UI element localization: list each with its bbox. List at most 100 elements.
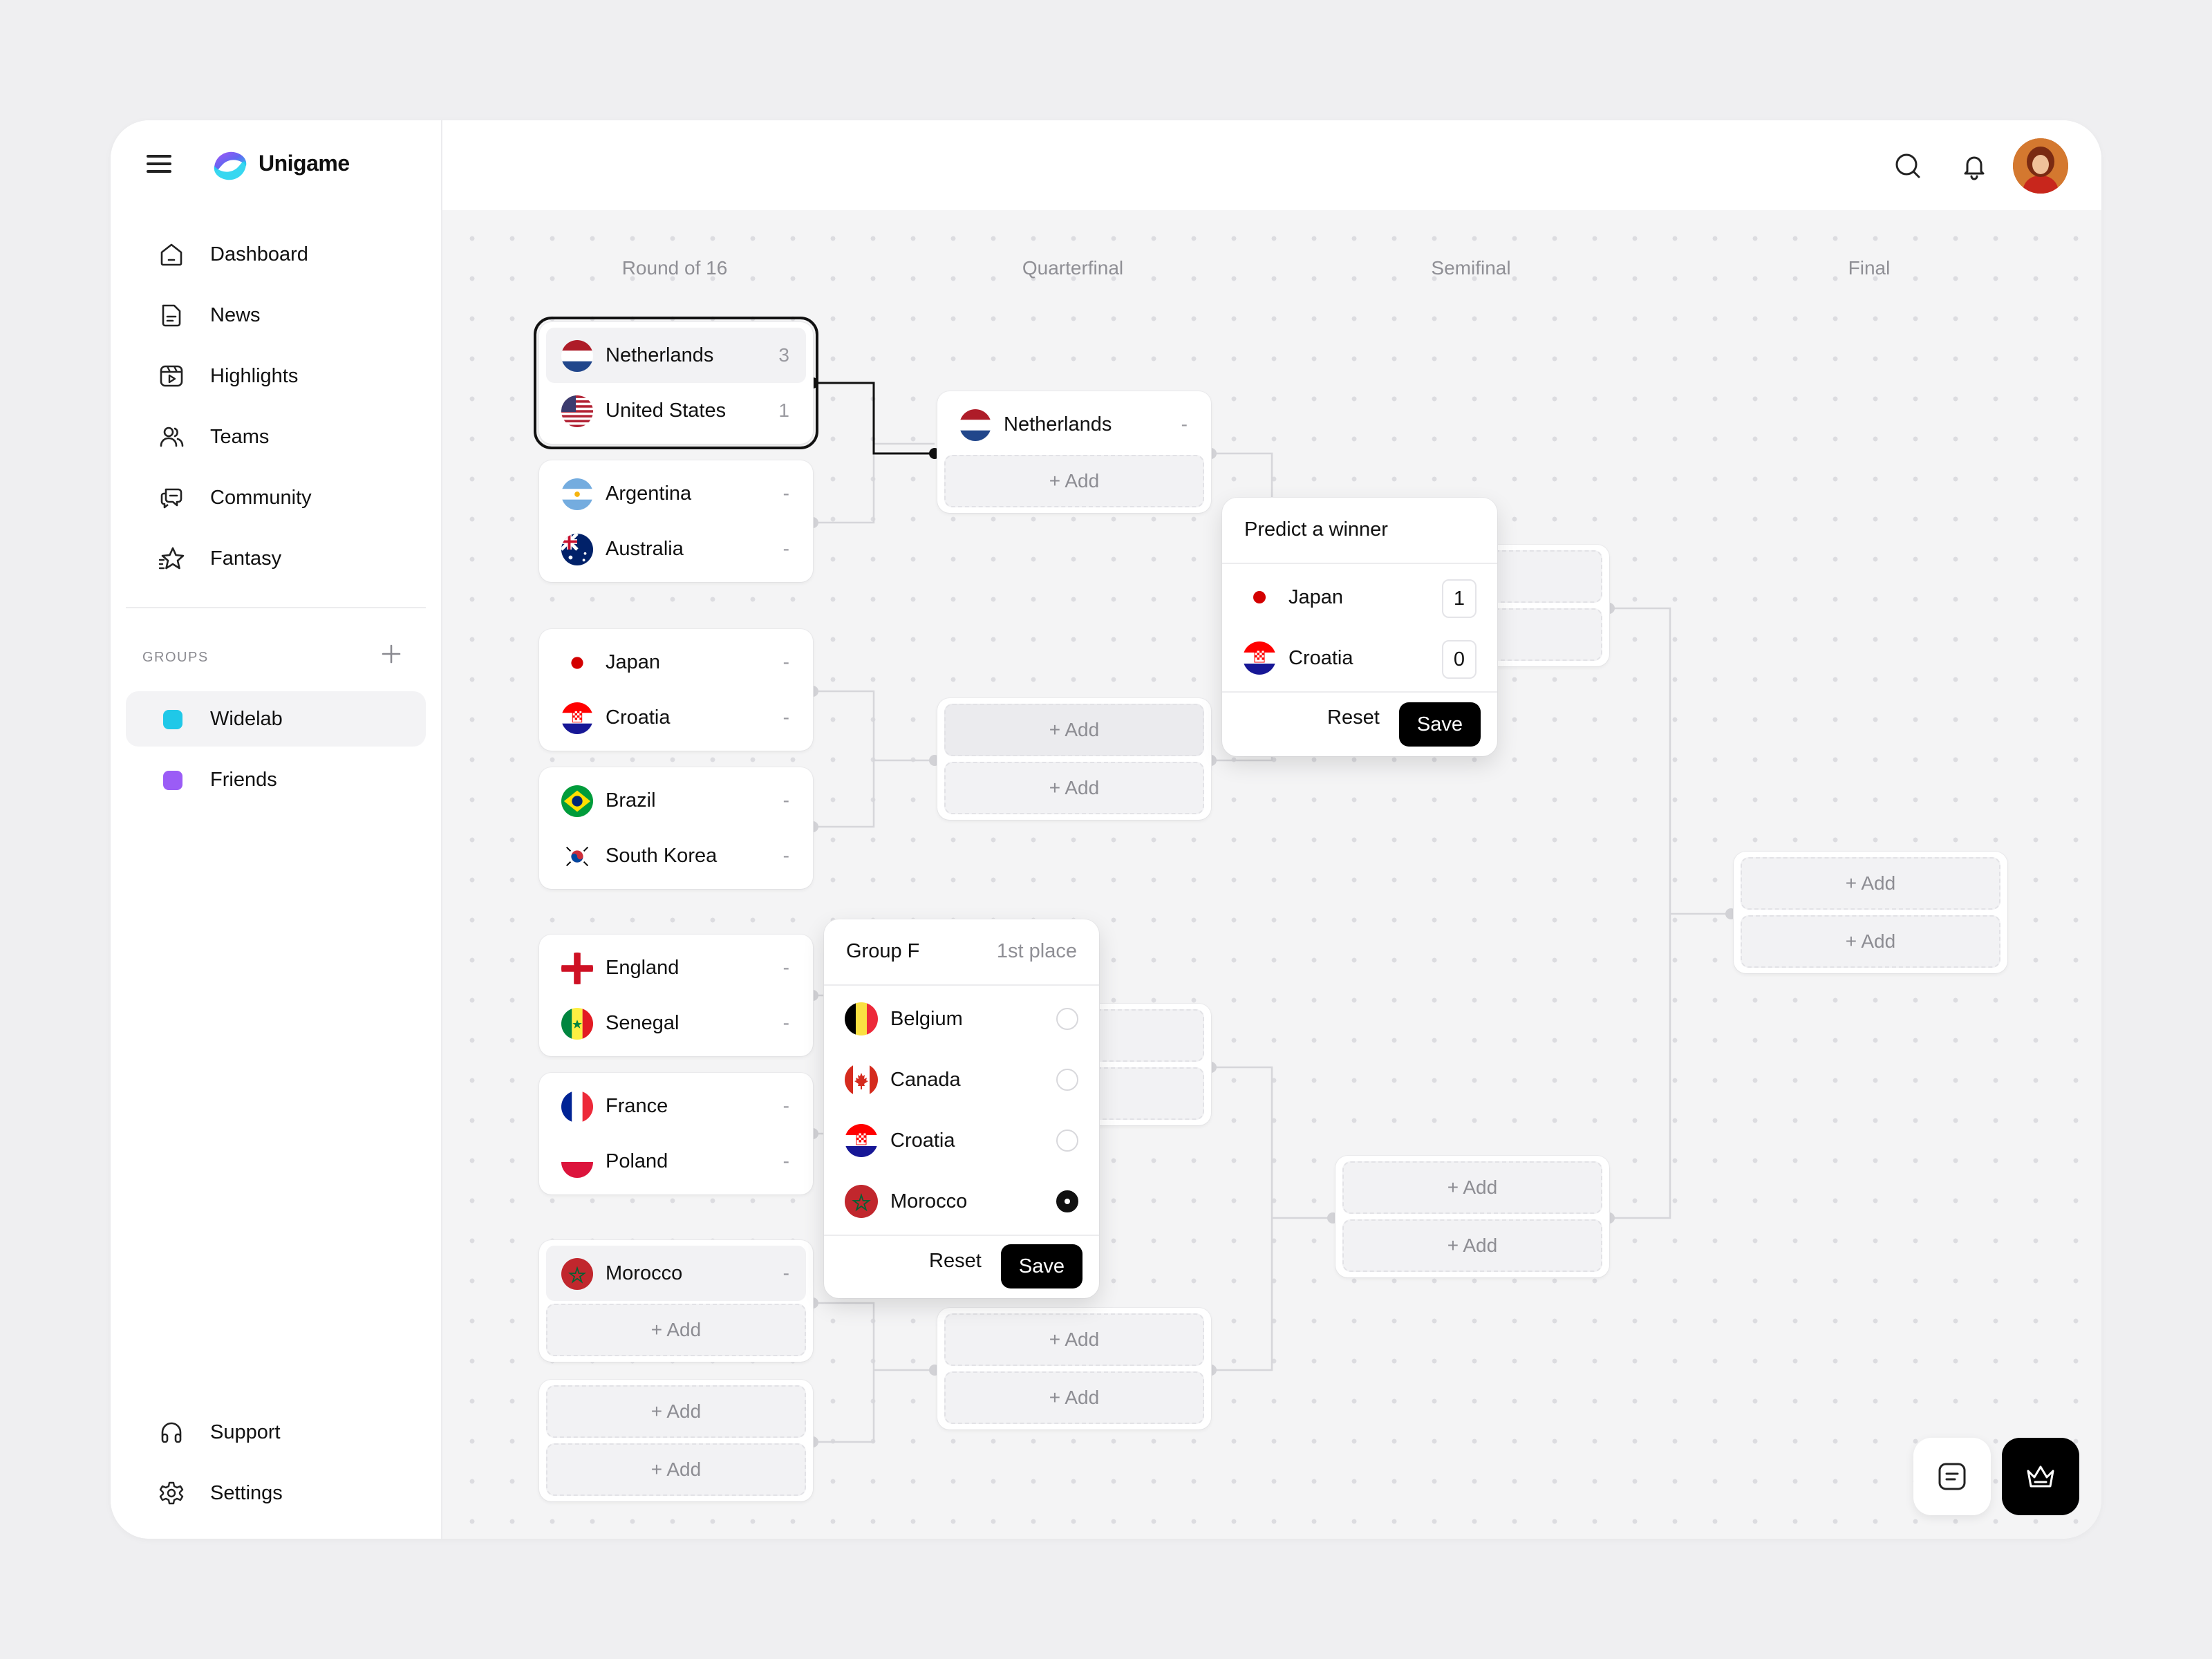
add-team-button[interactable]: + Add [1342, 1161, 1602, 1214]
team-name: Senegal [606, 1011, 679, 1034]
canada-flag-icon [845, 1063, 878, 1096]
team-name: Australia [606, 537, 684, 560]
croatia-flag-icon [1243, 641, 1276, 675]
team-name: Croatia [890, 1129, 955, 1152]
team-name: Netherlands [606, 344, 714, 366]
team-score: - [782, 957, 789, 978]
group-option[interactable]: Croatia [824, 1113, 1099, 1168]
predict-winner-popup: Predict a winner Japan 1 Croatia 0 Reset… [1222, 498, 1497, 756]
add-team-button[interactable]: + Add [546, 1304, 806, 1356]
popup-subtitle: 1st place [996, 940, 1077, 962]
match-card[interactable]: France - Poland - [539, 1073, 813, 1194]
add-team-button[interactable]: + Add [944, 762, 1204, 814]
senegal-flag-icon [561, 1008, 593, 1040]
team-slot[interactable]: Netherlands - [944, 397, 1204, 452]
radio-button[interactable] [1056, 1069, 1078, 1091]
united-states-flag-icon [561, 395, 593, 427]
team-name: Morocco [606, 1262, 683, 1284]
score-input[interactable]: 0 [1442, 640, 1477, 679]
score-input[interactable]: 1 [1442, 579, 1477, 618]
team-slot[interactable]: Morocco - [546, 1246, 806, 1301]
notes-button[interactable] [1913, 1438, 1991, 1515]
team-slot[interactable]: Australia - [546, 521, 806, 577]
brazil-flag-icon [561, 785, 593, 817]
add-team-button[interactable]: + Add [546, 1385, 806, 1438]
match-card[interactable]: Japan - Croatia - [539, 629, 813, 751]
add-team-button[interactable]: + Add [944, 1371, 1204, 1424]
team-slot[interactable]: United States 1 [546, 383, 806, 438]
group-place-popup: Group F 1st place Belgium Canada Croatia… [824, 919, 1099, 1298]
team-score: 3 [778, 344, 789, 366]
radio-button[interactable] [1056, 1130, 1078, 1152]
poland-flag-icon [561, 1146, 593, 1178]
morocco-flag-icon [845, 1185, 878, 1218]
match-card[interactable]: + Add + Add [1335, 1156, 1609, 1277]
croatia-flag-icon [561, 702, 593, 734]
team-slot[interactable]: Japan - [546, 635, 806, 690]
team-score: - [782, 1095, 789, 1116]
team-name: Netherlands [1004, 413, 1112, 435]
add-team-button[interactable]: + Add [1741, 857, 2000, 910]
predict-row: Japan 1 [1222, 570, 1497, 625]
add-team-button[interactable]: + Add [1741, 915, 2000, 968]
team-score: - [782, 651, 789, 673]
team-name: Belgium [890, 1007, 963, 1030]
team-name: United States [606, 399, 727, 422]
team-name: Croatia [606, 706, 671, 729]
add-team-button[interactable]: + Add [546, 1443, 806, 1496]
australia-flag-icon [561, 534, 593, 565]
match-card[interactable]: + Add + Add [937, 1308, 1211, 1430]
match-card[interactable]: Brazil - South Korea - [539, 767, 813, 889]
predict-row: Croatia 0 [1222, 630, 1497, 686]
group-option[interactable]: Belgium [824, 991, 1099, 1047]
group-option[interactable]: Morocco [824, 1174, 1099, 1229]
add-team-button[interactable]: + Add [944, 455, 1204, 507]
popup-divider [824, 984, 1099, 986]
match-card[interactable]: Netherlands 3 United States 1 [534, 317, 818, 449]
group-option[interactable]: Canada [824, 1052, 1099, 1107]
match-card[interactable]: England - Senegal - [539, 935, 813, 1056]
radio-button[interactable] [1056, 1008, 1078, 1030]
team-slot[interactable]: Poland - [546, 1134, 806, 1189]
team-slot[interactable]: England - [546, 940, 806, 995]
reset-button[interactable]: Reset [1318, 700, 1389, 736]
add-team-button[interactable]: + Add [1342, 1219, 1602, 1272]
save-button[interactable]: Save [1000, 1244, 1082, 1288]
team-score: - [782, 482, 789, 504]
popup-divider [824, 1235, 1099, 1236]
england-flag-icon [561, 953, 593, 984]
reset-button[interactable]: Reset [919, 1243, 991, 1280]
team-slot[interactable]: Netherlands 3 [546, 328, 806, 383]
team-slot[interactable]: Senegal - [546, 995, 806, 1051]
team-name: Canada [890, 1068, 961, 1091]
team-name: Argentina [606, 482, 692, 505]
add-team-button[interactable]: + Add [944, 704, 1204, 756]
team-score: 1 [778, 400, 789, 421]
south-korea-flag-icon [561, 841, 593, 872]
popup-title: Group F [846, 940, 920, 962]
japan-flag-icon [1243, 581, 1276, 614]
team-name: Poland [606, 1150, 668, 1172]
team-slot[interactable]: South Korea - [546, 828, 806, 883]
team-slot[interactable]: France - [546, 1078, 806, 1134]
netherlands-flag-icon [959, 409, 991, 441]
team-slot[interactable]: Brazil - [546, 773, 806, 828]
save-button[interactable]: Save [1398, 702, 1481, 747]
match-card[interactable]: Argentina - Australia - [539, 460, 813, 582]
match-card[interactable]: Netherlands - + Add [937, 391, 1211, 513]
match-card[interactable]: + Add + Add [937, 698, 1211, 820]
popup-divider [1222, 563, 1497, 564]
belgium-flag-icon [845, 1002, 878, 1035]
match-card[interactable]: Morocco - + Add [539, 1240, 813, 1362]
team-slot[interactable]: Croatia - [546, 690, 806, 745]
add-team-button[interactable]: + Add [944, 1313, 1204, 1366]
team-slot[interactable]: Argentina - [546, 466, 806, 521]
radio-button-selected[interactable] [1056, 1190, 1078, 1212]
match-card[interactable]: + Add + Add [539, 1380, 813, 1501]
match-card[interactable]: + Add + Add [1734, 852, 2007, 973]
argentina-flag-icon [561, 478, 593, 510]
team-name: England [606, 956, 679, 979]
crown-button[interactable] [2002, 1438, 2079, 1515]
japan-flag-icon [561, 647, 593, 679]
team-name: France [606, 1094, 668, 1117]
